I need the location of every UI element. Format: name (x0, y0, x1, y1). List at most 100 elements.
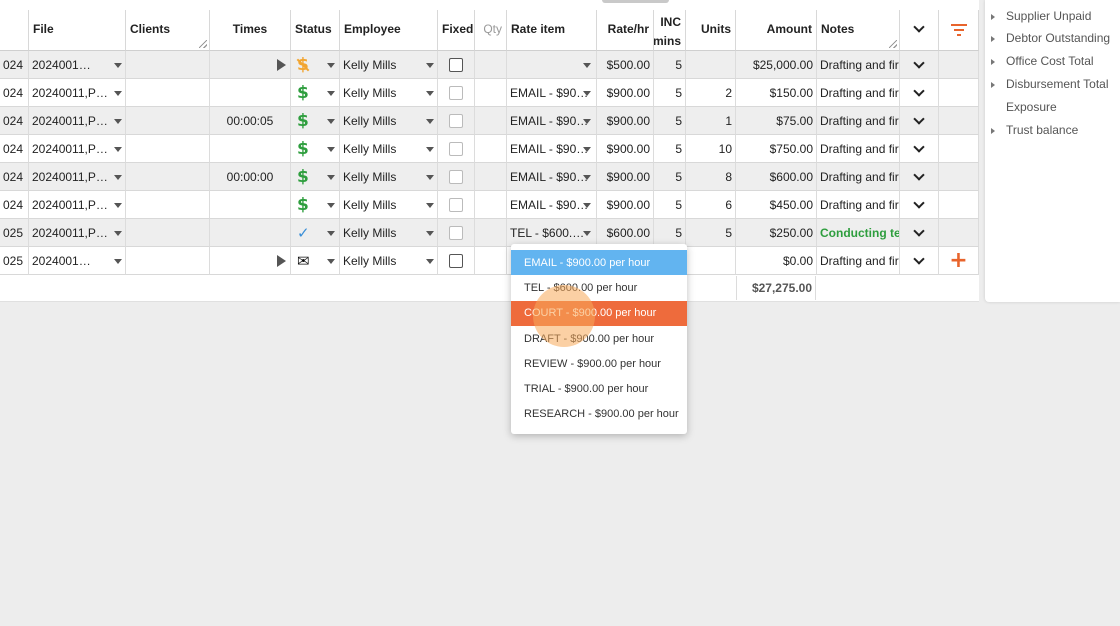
clients-cell[interactable] (126, 247, 210, 275)
clients-cell[interactable] (126, 191, 210, 219)
header-clients[interactable]: Clients (126, 10, 210, 51)
inc-mins-cell[interactable]: 5 (654, 163, 686, 191)
rate-item-dropdown[interactable]: EMAIL - $900.00 per hour TEL - $600.00 pe… (511, 244, 687, 434)
fixed-cell[interactable] (438, 163, 475, 191)
file-select[interactable]: 20240011,P… (29, 135, 126, 163)
fixed-cell[interactable] (438, 79, 475, 107)
times-cell[interactable] (210, 247, 291, 275)
fixed-checkbox[interactable] (449, 197, 463, 212)
dropdown-caret-icon[interactable] (426, 63, 434, 68)
dropdown-option[interactable]: DRAFT - $900.00 per hour (511, 326, 687, 351)
expand-row-button[interactable] (900, 107, 939, 135)
rate-hr-cell[interactable]: $900.00 (597, 191, 654, 219)
status-select[interactable]: $ (291, 51, 340, 79)
dropdown-option[interactable]: TEL - $600.00 per hour (511, 275, 687, 300)
units-cell[interactable]: 1 (686, 107, 736, 135)
qty-cell[interactable] (475, 163, 507, 191)
dropdown-caret-icon[interactable] (114, 259, 122, 264)
fixed-cell[interactable] (438, 219, 475, 247)
inc-mins-cell[interactable]: 5 (654, 219, 686, 247)
header-inc-mins[interactable]: INC mins (654, 10, 686, 51)
dropdown-caret-icon[interactable] (327, 119, 335, 124)
qty-cell[interactable] (475, 51, 507, 79)
dropdown-caret-icon[interactable] (327, 259, 335, 264)
fixed-checkbox[interactable] (449, 141, 463, 156)
fixed-checkbox[interactable] (449, 57, 463, 72)
filter-button[interactable] (939, 10, 979, 51)
units-cell[interactable]: 8 (686, 163, 736, 191)
file-select[interactable]: 20240011,P… (29, 79, 126, 107)
add-row-button[interactable]: + (939, 247, 979, 275)
employee-select[interactable]: Kelly Mills (340, 51, 438, 79)
header-rate-hr[interactable]: Rate/hr (597, 10, 654, 51)
status-select[interactable]: ✓ (291, 219, 340, 247)
header-expand-all[interactable] (900, 10, 939, 51)
fixed-cell[interactable] (438, 247, 475, 275)
fixed-checkbox[interactable] (449, 113, 463, 128)
rate-item-select[interactable]: EMAIL - $90… (507, 79, 597, 107)
dropdown-option[interactable]: COURT - $900.00 per hour (511, 300, 687, 326)
rate-item-select[interactable]: EMAIL - $90… (507, 191, 597, 219)
notes-cell[interactable]: Drafting and fir (817, 247, 900, 275)
notes-cell[interactable]: Drafting and fir (817, 51, 900, 79)
rate-item-select[interactable]: TEL - $600.… (507, 219, 597, 247)
expand-row-button[interactable] (900, 79, 939, 107)
employee-select[interactable]: Kelly Mills (340, 79, 438, 107)
rate-item-select[interactable]: EMAIL - $90… (507, 135, 597, 163)
dropdown-caret-icon[interactable] (327, 91, 335, 96)
notes-cell[interactable]: Drafting and fir (817, 107, 900, 135)
dropdown-option[interactable]: RESEARCH - $900.00 per hour (511, 402, 687, 427)
inc-mins-cell[interactable]: 5 (654, 79, 686, 107)
times-cell[interactable] (210, 191, 291, 219)
dropdown-caret-icon[interactable] (114, 119, 122, 124)
units-cell[interactable]: 10 (686, 135, 736, 163)
dropdown-caret-icon[interactable] (114, 203, 122, 208)
fixed-checkbox[interactable] (449, 225, 463, 240)
dropdown-caret-icon[interactable] (426, 147, 434, 152)
units-cell[interactable]: 5 (686, 219, 736, 247)
dropdown-caret-icon[interactable] (114, 175, 122, 180)
rate-hr-cell[interactable]: $900.00 (597, 107, 654, 135)
employee-select[interactable]: Kelly Mills (340, 163, 438, 191)
inc-mins-cell[interactable]: 5 (654, 107, 686, 135)
dropdown-caret-icon[interactable] (583, 175, 591, 180)
status-select[interactable]: $ (291, 107, 340, 135)
dropdown-caret-icon[interactable] (583, 63, 591, 68)
rate-item-select[interactable]: EMAIL - $90… (507, 163, 597, 191)
dropdown-caret-icon[interactable] (583, 91, 591, 96)
dropdown-caret-icon[interactable] (327, 231, 335, 236)
dropdown-option[interactable]: REVIEW - $900.00 per hour (511, 351, 687, 376)
units-cell[interactable] (686, 247, 736, 275)
clients-cell[interactable] (126, 107, 210, 135)
side-panel-item[interactable]: Trust balance (991, 123, 1078, 137)
side-panel-item[interactable]: Debtor Outstanding (991, 31, 1110, 45)
notes-cell[interactable]: Drafting and fir (817, 163, 900, 191)
expand-row-button[interactable] (900, 51, 939, 79)
inc-mins-cell[interactable]: 5 (654, 191, 686, 219)
notes-cell[interactable]: Drafting and fir (817, 79, 900, 107)
times-cell[interactable]: 00:00:05 (210, 107, 291, 135)
fixed-checkbox[interactable] (449, 169, 463, 184)
status-select[interactable]: $ (291, 191, 340, 219)
notes-cell[interactable]: Conducting tel (817, 219, 900, 247)
dropdown-caret-icon[interactable] (583, 203, 591, 208)
dropdown-caret-icon[interactable] (114, 91, 122, 96)
times-cell[interactable] (210, 51, 291, 79)
units-cell[interactable] (686, 51, 736, 79)
fixed-checkbox[interactable] (449, 85, 463, 100)
inc-mins-cell[interactable]: 5 (654, 135, 686, 163)
rate-item-select[interactable] (507, 51, 597, 79)
play-timer-icon[interactable] (277, 59, 286, 71)
dropdown-caret-icon[interactable] (327, 63, 335, 68)
dropdown-caret-icon[interactable] (426, 259, 434, 264)
rate-hr-cell[interactable]: $900.00 (597, 163, 654, 191)
inc-mins-cell[interactable]: 5 (654, 51, 686, 79)
dropdown-caret-icon[interactable] (327, 147, 335, 152)
header-employee[interactable]: Employee (340, 10, 438, 51)
dropdown-caret-icon[interactable] (426, 203, 434, 208)
dropdown-option[interactable]: EMAIL - $900.00 per hour (511, 250, 687, 276)
expand-row-button[interactable] (900, 191, 939, 219)
times-cell[interactable] (210, 135, 291, 163)
qty-cell[interactable] (475, 79, 507, 107)
qty-cell[interactable] (475, 219, 507, 247)
